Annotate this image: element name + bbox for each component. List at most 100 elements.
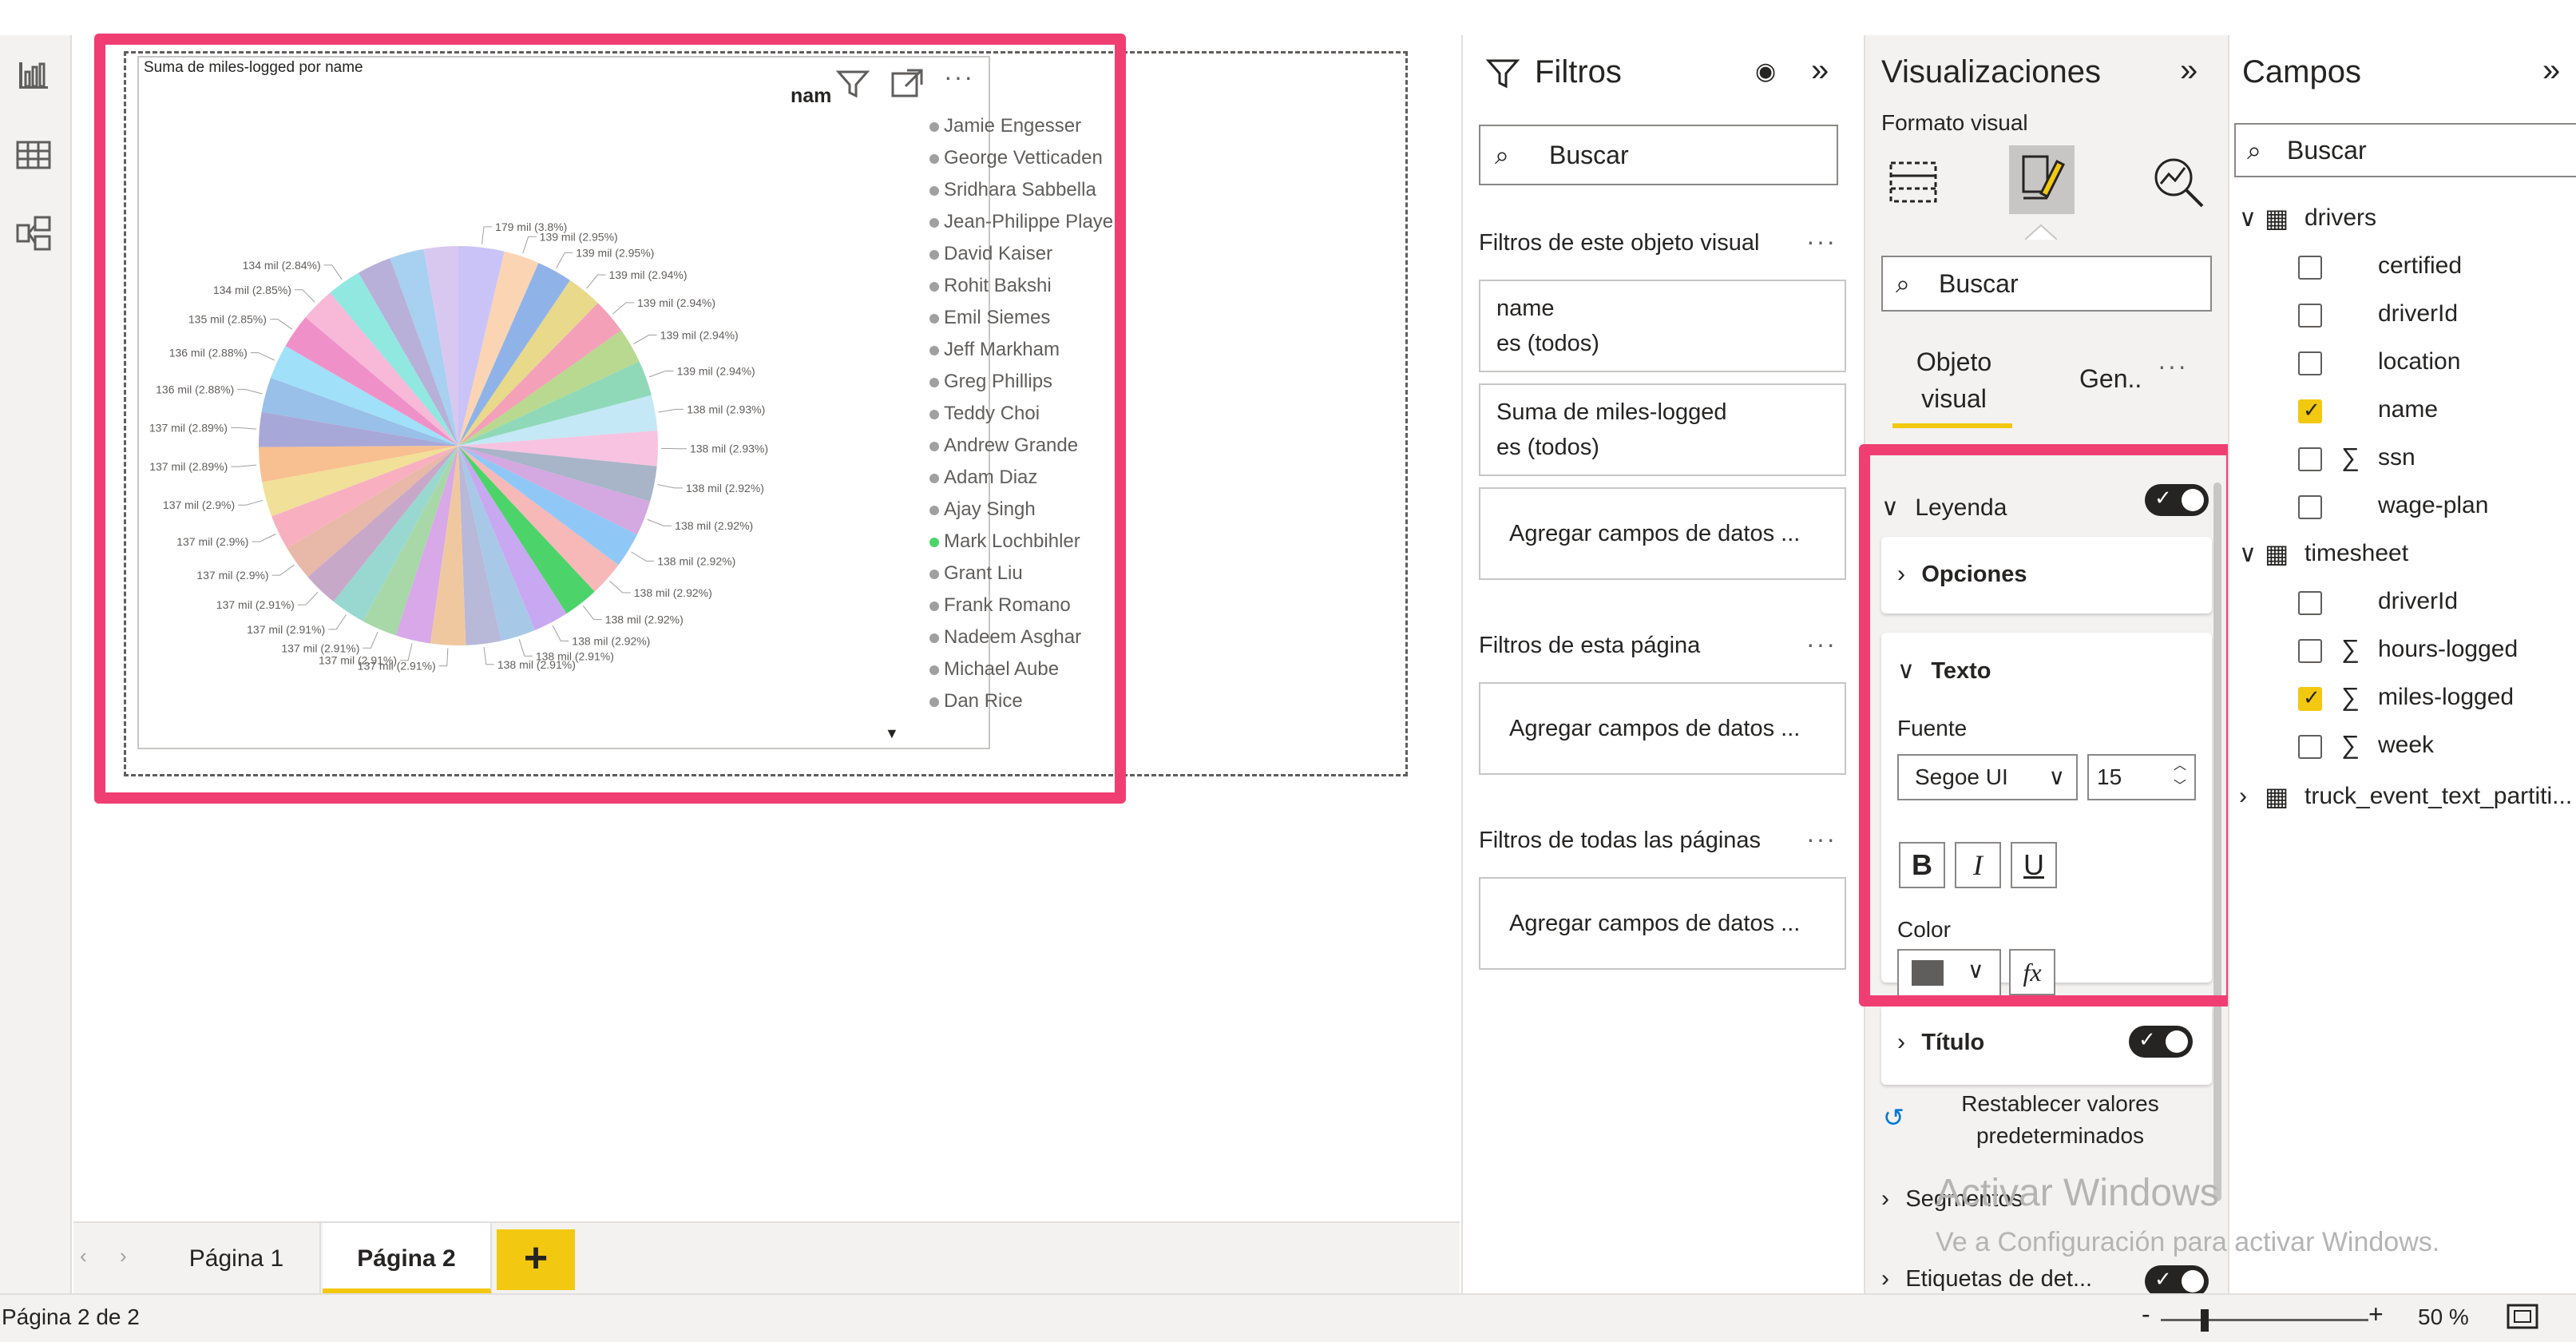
add-visual-filter-field[interactable]: Agregar campos de datos ...	[1479, 487, 1846, 580]
reset-icon[interactable]: ↺	[1883, 1102, 1904, 1133]
chevron-right-icon[interactable]: ›	[2239, 783, 2247, 810]
activation-watermark-title: Activar Windows	[1936, 1172, 2219, 1214]
search-icon: ⌕	[1896, 269, 1910, 298]
field-name[interactable]: driverId	[2378, 588, 2458, 615]
table-name[interactable]: truck_event_text_partiti...	[2305, 783, 2572, 810]
field-name[interactable]: week	[2378, 732, 2434, 759]
build-visual-icon[interactable]	[1883, 152, 1944, 212]
filters-title: Filtros	[1535, 54, 1622, 89]
field-name[interactable]: name	[2378, 396, 2438, 423]
field-name[interactable]: driverId	[2378, 300, 2458, 328]
prev-page-icon[interactable]: ‹	[80, 1244, 87, 1269]
collapse-fields-icon[interactable]: »	[2542, 53, 2560, 89]
tab-general[interactable]: Gen..	[2079, 364, 2142, 394]
active-tab-indicator	[1892, 423, 2012, 428]
format-visual-label: Formato visual	[1881, 110, 2028, 135]
zoom-level: 50 %	[2418, 1304, 2469, 1329]
sigma-icon: ∑	[2341, 634, 2360, 663]
zoom-out-button[interactable]: -	[2142, 1300, 2150, 1329]
field-checkbox[interactable]	[2298, 685, 2322, 711]
data-view-icon[interactable]	[14, 136, 53, 174]
vis-search-placeholder: Buscar	[1939, 269, 2019, 298]
field-name[interactable]: location	[2378, 348, 2460, 375]
section-all-more-icon[interactable]: ···	[1806, 824, 1837, 854]
next-page-icon[interactable]: ›	[120, 1244, 127, 1269]
filter-card-condition: es (todos)	[1496, 331, 1599, 356]
table-name[interactable]: timesheet	[2305, 540, 2408, 567]
field-checkbox[interactable]	[2298, 591, 2322, 615]
field-name[interactable]: wage-plan	[2378, 492, 2488, 519]
collapse-vis-icon[interactable]: »	[2180, 53, 2198, 89]
field-checkbox[interactable]	[2298, 398, 2322, 423]
sigma-icon: ∑	[2341, 443, 2360, 471]
fields-search-input[interactable]: ⌕ Buscar	[2234, 123, 2576, 177]
search-icon: ⌕	[2247, 136, 2261, 165]
top-strip	[0, 0, 2576, 35]
check-icon: ✓	[2154, 1267, 2172, 1291]
table-icon: ▦	[2265, 539, 2289, 568]
zoom-slider[interactable]	[2161, 1319, 2368, 1321]
tab-pagina-2[interactable]: Página 2	[323, 1223, 492, 1295]
section-page-filters: Filtros de esta página	[1479, 633, 1701, 658]
filters-search-input[interactable]: ⌕ Buscar	[1479, 125, 1838, 185]
section-visual-more-icon[interactable]: ···	[1806, 227, 1837, 256]
filters-pane: Filtros ◉ » ⌕ Buscar Filtros de este obj…	[1461, 35, 1864, 1293]
tab-pagina-1[interactable]: Página 1	[153, 1223, 321, 1295]
zoom-in-button[interactable]: +	[2368, 1300, 2384, 1329]
field-checkbox[interactable]	[2298, 351, 2322, 375]
field-name[interactable]: certified	[2378, 252, 2462, 280]
visualizations-title: Visualizaciones	[1881, 54, 2101, 89]
fields-search-placeholder: Buscar	[2287, 136, 2367, 165]
etiquetas-toggle[interactable]: ✓	[2145, 1265, 2209, 1297]
field-checkbox[interactable]	[2298, 447, 2322, 471]
section-all-filters: Filtros de todas las páginas	[1479, 828, 1762, 853]
sigma-icon: ∑	[2341, 682, 2360, 711]
titulo-card[interactable]: › Título ✓	[1881, 1005, 2212, 1085]
format-visual-icon[interactable]	[2009, 145, 2075, 214]
report-view-icon[interactable]	[14, 56, 53, 94]
model-view-icon[interactable]	[14, 214, 53, 252]
chevron-right-icon: ›	[1881, 1185, 1889, 1212]
add-page-filter-field[interactable]: Agregar campos de datos ...	[1479, 682, 1846, 775]
chevron-down-icon[interactable]: ∨	[2239, 204, 2257, 232]
titulo-toggle[interactable]: ✓	[2129, 1026, 2193, 1058]
fit-to-page-icon[interactable]	[2506, 1303, 2539, 1330]
reset-defaults-link[interactable]: Restablecer valores predeterminados	[1940, 1088, 2180, 1152]
collapse-filters-icon[interactable]: »	[1811, 53, 1829, 89]
filter-card-name[interactable]: name es (todos)	[1479, 280, 1846, 372]
field-name[interactable]: hours-logged	[2378, 636, 2518, 663]
chevron-right-icon: ›	[1881, 1265, 1889, 1292]
page-indicator: Página 2 de 2	[2, 1304, 140, 1329]
chevron-down-icon[interactable]: ∨	[2239, 540, 2257, 568]
field-name[interactable]: miles-logged	[2378, 684, 2514, 711]
vis-search-input[interactable]: ⌕ Buscar	[1881, 256, 2212, 312]
field-checkbox[interactable]	[2298, 735, 2322, 759]
field-name[interactable]: ssn	[2378, 444, 2415, 471]
table-name[interactable]: drivers	[2305, 204, 2376, 232]
zoom-slider-thumb[interactable]	[2201, 1309, 2209, 1332]
field-checkbox[interactable]	[2298, 639, 2322, 663]
highlight-frame-format	[1859, 444, 2237, 1007]
tabs-more-icon[interactable]: ···	[2158, 351, 2188, 381]
fields-pane: Campos » ⌕ Buscar ∨ ▦ drivers certified driv…	[2228, 35, 2576, 1293]
field-checkbox[interactable]	[2298, 256, 2322, 280]
field-checkbox[interactable]	[2298, 495, 2322, 519]
filter-pane-icon	[1485, 56, 1520, 91]
section-page-more-icon[interactable]: ···	[1806, 629, 1837, 659]
etiquetas-section[interactable]: › Etiquetas de det...	[1881, 1265, 2092, 1292]
check-icon: ✓	[2138, 1027, 2156, 1051]
add-all-filter-field[interactable]: Agregar campos de datos ...	[1479, 877, 1846, 970]
eye-icon[interactable]: ◉	[1755, 58, 1776, 85]
analytics-icon[interactable]	[2148, 152, 2209, 212]
titulo-label: Título	[1921, 1030, 1985, 1055]
field-checkbox[interactable]	[2298, 304, 2322, 328]
highlight-frame-visual	[94, 34, 1126, 804]
filter-card-condition: es (todos)	[1496, 435, 1599, 460]
tab-objeto-visual[interactable]: Objeto visual	[1910, 343, 1998, 417]
titulo-row: › Título	[1897, 1029, 1984, 1056]
filter-card-field: name	[1496, 296, 1555, 321]
filter-card-miles[interactable]: Suma de miles-logged es (todos)	[1479, 383, 1846, 476]
add-page-button[interactable]: +	[497, 1229, 575, 1290]
table-icon: ▦	[2265, 782, 2289, 811]
filter-card-field: Suma de miles-logged	[1496, 399, 1727, 425]
